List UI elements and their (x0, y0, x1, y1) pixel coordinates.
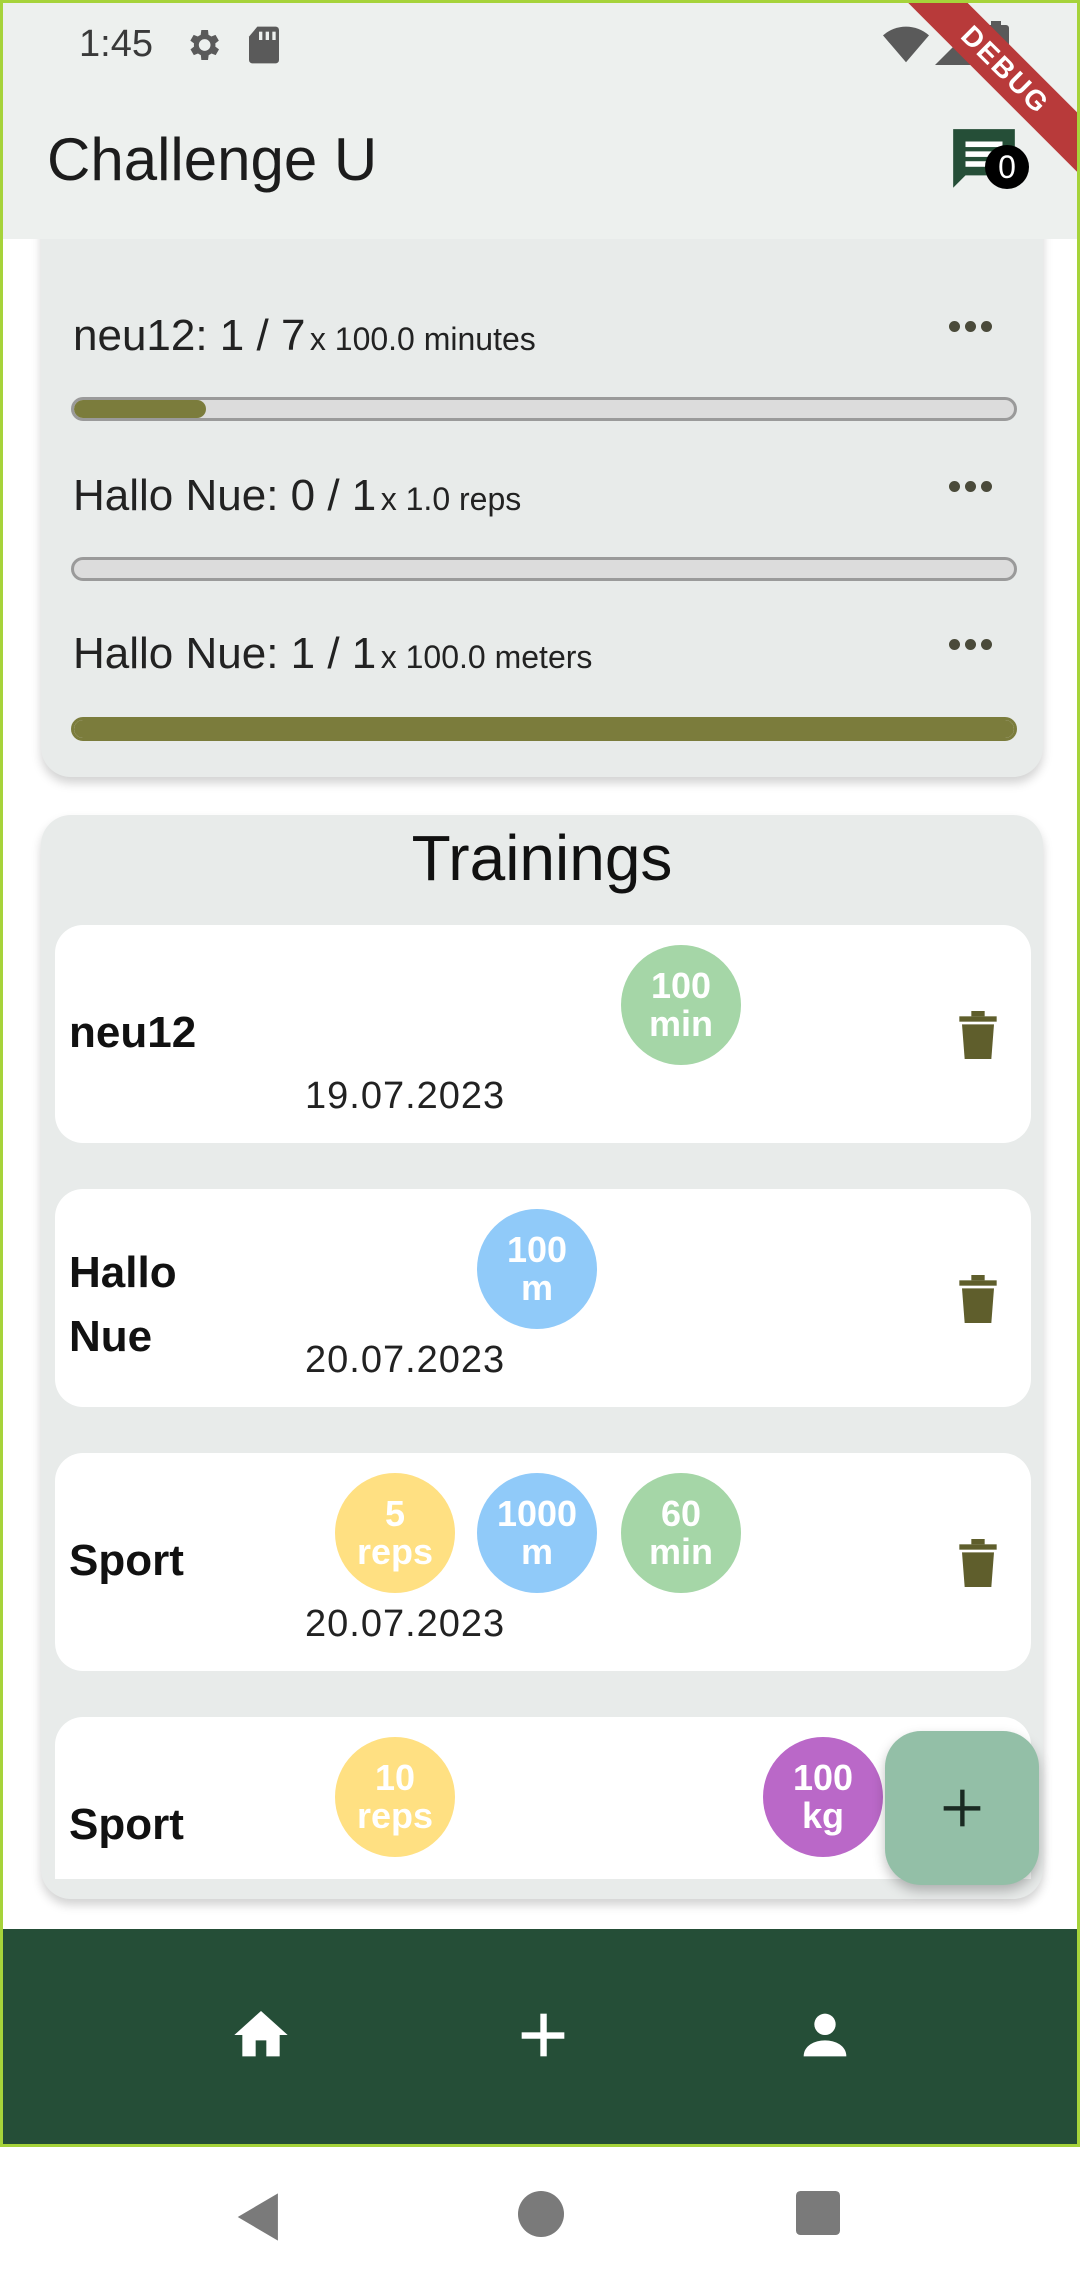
status-bar: 1:45 (3, 3, 1077, 95)
challenge-unit: x 100.0 meters (380, 639, 593, 675)
metric-bubble: 100 min (621, 945, 741, 1065)
challenge-progress-bar (71, 557, 1017, 581)
progress-fill (74, 400, 206, 418)
chat-count-badge: 0 (985, 145, 1029, 189)
challenges-card: neu12: 1 / 7 x 100.0 minutes Hallo Nue: … (41, 239, 1043, 777)
content-scroll[interactable]: neu12: 1 / 7 x 100.0 minutes Hallo Nue: … (3, 239, 1077, 1929)
training-name: Sport (69, 1536, 184, 1585)
challenge-row: Hallo Nue: 1 / 1 x 100.0 meters (73, 629, 1013, 679)
back-icon[interactable] (234, 2191, 284, 2243)
add-training-fab[interactable] (885, 1731, 1039, 1885)
metric-bubble: 60 min (621, 1473, 741, 1593)
metric-bubble: 1000 m (477, 1473, 597, 1593)
training-item[interactable]: neu12 100 min 19.07.2023 (55, 925, 1031, 1143)
training-date: 20.07.2023 (305, 1339, 506, 1381)
wifi-icon (883, 26, 929, 63)
challenge-unit: x 1.0 reps (380, 481, 522, 517)
home-icon[interactable] (229, 2003, 293, 2067)
challenge-unit: x 100.0 minutes (309, 321, 536, 357)
training-name: neu12 (69, 1008, 197, 1057)
home-circle-icon[interactable] (518, 2191, 564, 2237)
challenge-name: neu12: 1 / 7 (73, 311, 306, 360)
challenge-progress-bar (71, 717, 1017, 741)
more-options-button[interactable] (949, 479, 1001, 499)
app-title: Challenge U (47, 126, 378, 193)
more-options-button[interactable] (949, 637, 1001, 657)
trainings-title: Trainings (411, 822, 673, 894)
system-navigation-bar (0, 2147, 1080, 2280)
challenge-name: Hallo Nue: 1 / 1 (73, 629, 377, 678)
app-bar: Challenge U 0 (3, 95, 1077, 239)
challenge-progress-bar (71, 397, 1017, 421)
add-icon[interactable] (511, 2003, 575, 2067)
training-name: Sport (69, 1800, 184, 1849)
training-item[interactable]: Sport 5 reps 1000 m 60 min 20.07.2023 (55, 1453, 1031, 1671)
metric-bubble: 100 kg (763, 1737, 883, 1857)
recents-icon[interactable] (796, 2191, 840, 2235)
metric-bubble: 10 reps (335, 1737, 455, 1857)
person-icon[interactable] (793, 2003, 857, 2067)
settings-gear-icon (190, 30, 219, 60)
status-time: 1:45 (79, 23, 153, 65)
training-name: Hallo Nue (69, 1248, 177, 1361)
more-options-button[interactable] (949, 319, 1001, 339)
add-icon (943, 1789, 981, 1827)
progress-fill (74, 720, 1014, 738)
bottom-navigation (3, 1929, 1077, 2144)
challenge-row: neu12: 1 / 7 x 100.0 minutes (73, 311, 1013, 361)
delete-trash-icon[interactable] (959, 1539, 997, 1587)
training-date: 20.07.2023 (305, 1603, 506, 1645)
delete-trash-icon[interactable] (959, 1011, 997, 1059)
delete-trash-icon[interactable] (959, 1275, 997, 1323)
challenge-name: Hallo Nue: 0 / 1 (73, 471, 377, 520)
metric-bubble: 5 reps (335, 1473, 455, 1593)
trainings-card: Trainings neu12 100 min 19.07.2023 Hallo … (41, 815, 1043, 1899)
trainings-list[interactable]: neu12 100min 19.07.2023 Hallo Nue 100m (55, 925, 1031, 1879)
sd-card-icon (249, 26, 279, 64)
training-item[interactable]: Hallo Nue 100 m 20.07.2023 (55, 1189, 1031, 1407)
metric-bubble: 100 m (477, 1209, 597, 1329)
challenge-row: Hallo Nue: 0 / 1 x 1.0 reps (73, 471, 1013, 521)
chat-button[interactable]: 0 (947, 123, 1031, 207)
app-frame: 1:45 DEBUG Challenge U 0 neu12: 1 / 7 x … (0, 0, 1080, 2147)
training-date: 19.07.2023 (305, 1075, 506, 1117)
